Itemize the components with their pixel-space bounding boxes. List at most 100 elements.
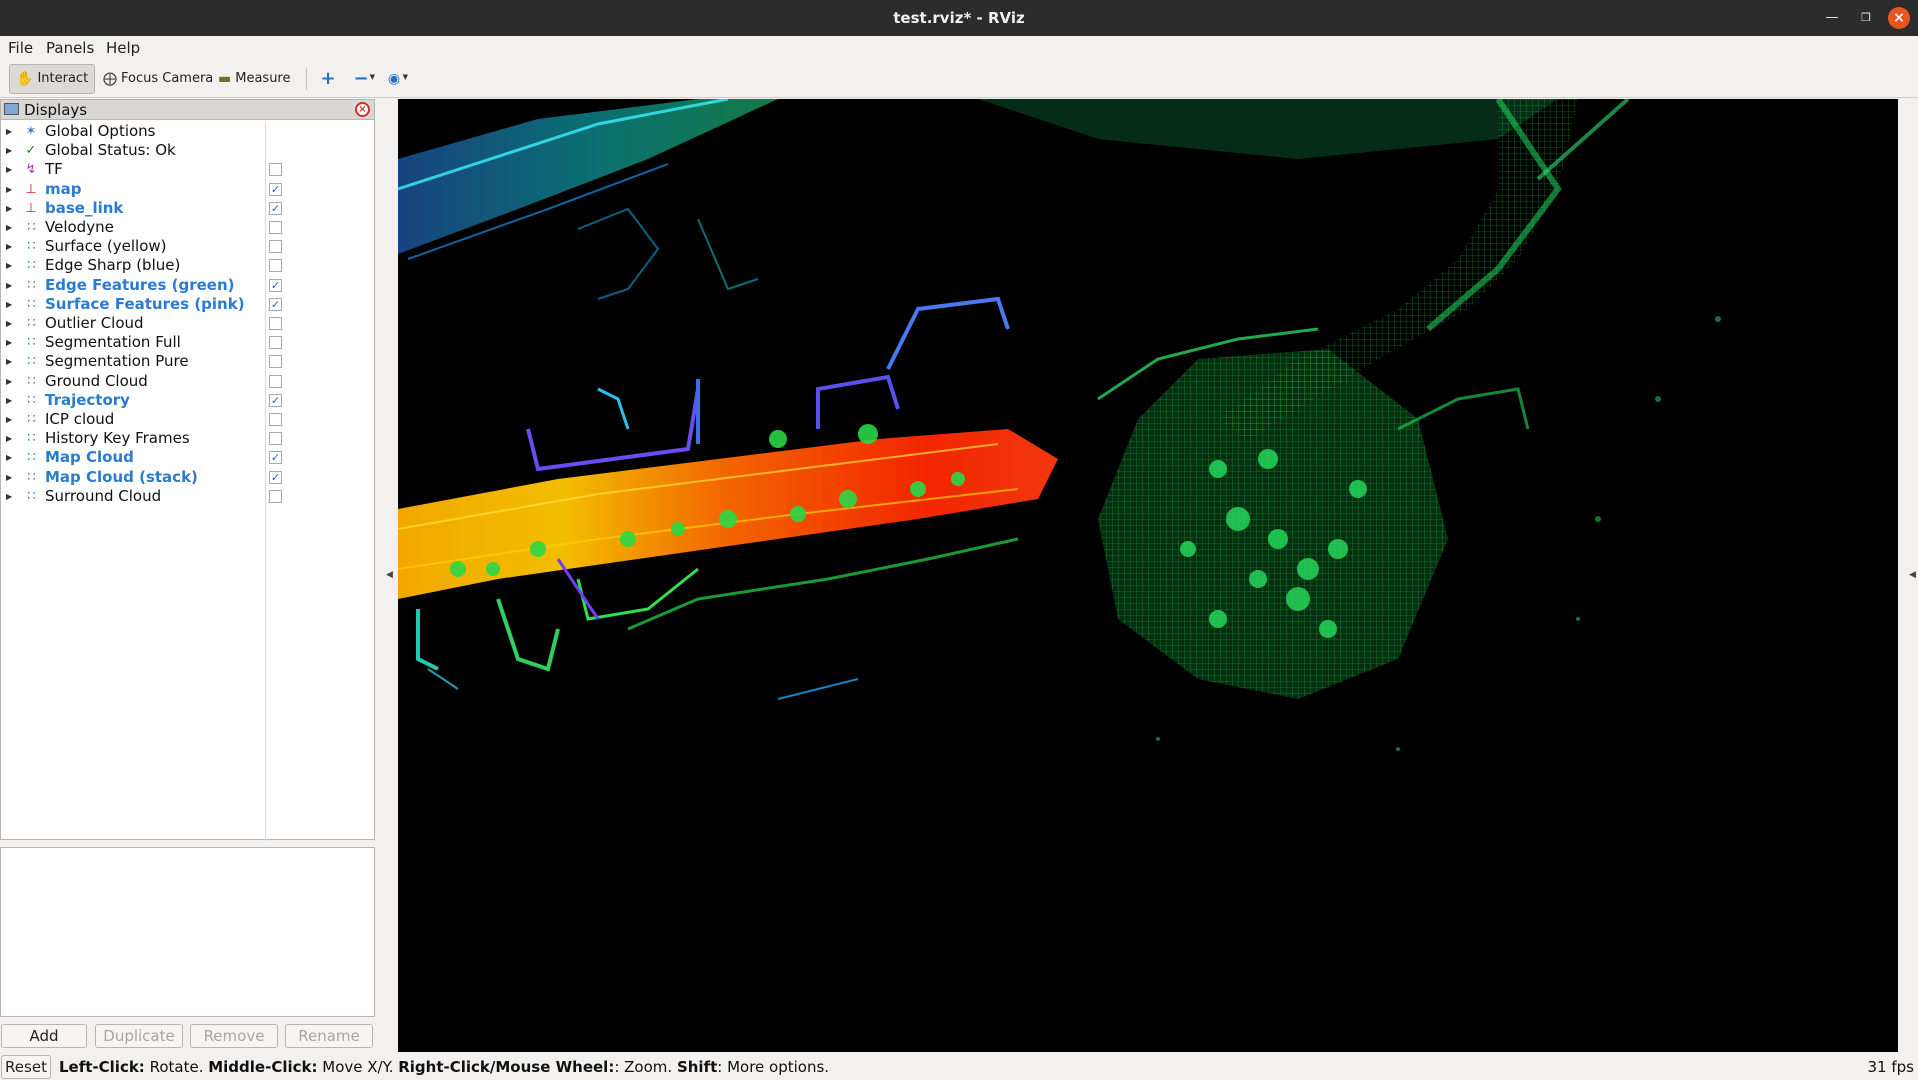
display-item[interactable]: ▶ ∷ Trajectory ✓ — [1, 391, 374, 410]
display-item[interactable]: ▶ ∷ Segmentation Full — [1, 333, 374, 352]
display-item[interactable]: ▶ ∷ Surface (yellow) — [1, 237, 374, 256]
display-enabled-checkbox[interactable]: ✓ — [269, 470, 282, 484]
display-item[interactable]: ▶ ∷ Surface Features (pink) ✓ — [1, 295, 374, 314]
displays-panel-header: Displays × — [1, 100, 374, 120]
display-enabled-checkbox[interactable]: ✓ — [269, 451, 282, 465]
expand-arrow-icon[interactable]: ▶ — [6, 468, 16, 487]
display-enabled-checkbox[interactable]: ✓ — [269, 278, 282, 292]
display-item[interactable]: ▶ ∷ Ground Cloud — [1, 372, 374, 391]
rename-button[interactable]: Rename — [285, 1024, 373, 1048]
expand-arrow-icon[interactable]: ▶ — [6, 352, 16, 371]
expand-arrow-icon[interactable]: ▶ — [6, 180, 16, 199]
hint-shift: Shift — [676, 1058, 718, 1076]
status-bar: Reset Left-Click: Rotate. Middle-Click: … — [0, 1054, 1918, 1080]
display-item-label: History Key Frames — [45, 429, 190, 448]
display-enabled-checkbox[interactable]: ✓ — [269, 201, 282, 215]
displays-panel-title: Displays — [24, 101, 88, 119]
expand-arrow-icon[interactable]: ▶ — [6, 237, 16, 256]
display-enabled-checkbox[interactable]: ✓ — [269, 393, 282, 407]
display-enabled-checkbox[interactable] — [269, 432, 282, 446]
display-item[interactable]: ▶ ∷ Outlier Cloud — [1, 314, 374, 333]
minimize-icon[interactable]: — — [1822, 8, 1842, 28]
expand-arrow-icon[interactable]: ▶ — [6, 372, 16, 391]
display-item[interactable]: ▶ ∷ Edge Sharp (blue) — [1, 256, 374, 275]
eye-tool-icon[interactable]: ◉ ▼ — [382, 66, 408, 92]
display-item[interactable]: ▶ ⊥ map ✓ — [1, 180, 374, 199]
display-enabled-checkbox[interactable] — [269, 240, 282, 254]
pointcloud-icon: ∷ — [27, 258, 35, 274]
expand-arrow-icon[interactable]: ▶ — [6, 448, 16, 467]
display-enabled-checkbox[interactable] — [269, 317, 282, 330]
building-outline — [526, 388, 700, 472]
display-item-label: map — [45, 179, 82, 198]
close-icon[interactable]: × — [1888, 7, 1910, 29]
display-item[interactable]: ▶ ∷ History Key Frames — [1, 429, 374, 448]
display-enabled-checkbox[interactable] — [269, 259, 282, 273]
focus-camera-tool-button[interactable]: ⨁ Focus Camera — [101, 64, 213, 94]
expand-arrow-icon[interactable]: ▶ — [6, 487, 16, 506]
measure-tool-button[interactable]: ▬ Measure — [218, 64, 290, 94]
display-item[interactable]: ▶ ∷ Edge Features (green) ✓ — [1, 276, 374, 295]
hint-middle-click: Middle-Click: — [208, 1058, 318, 1076]
display-enabled-checkbox[interactable] — [269, 163, 282, 177]
display-item[interactable]: ▶ ∷ Segmentation Pure — [1, 352, 374, 371]
display-enabled-checkbox[interactable] — [269, 413, 282, 426]
menu-panels-label: Panels — [46, 39, 95, 57]
expand-arrow-icon[interactable]: ▶ — [6, 295, 16, 314]
display-item[interactable]: ▶ ✶ Global Options — [1, 122, 374, 141]
expand-arrow-icon[interactable]: ▶ — [6, 160, 16, 179]
display-enabled-checkbox[interactable] — [269, 489, 282, 503]
menu-help[interactable]: Help — [106, 38, 140, 58]
remove-button[interactable]: Remove — [190, 1024, 278, 1048]
expand-arrow-icon[interactable]: ▶ — [6, 314, 16, 333]
expand-arrow-icon[interactable]: ▶ — [6, 333, 16, 352]
expand-arrow-icon[interactable]: ▶ — [6, 199, 16, 218]
display-item-label: Map Cloud (stack) — [45, 467, 198, 486]
display-item[interactable]: ▶ ∷ Velodyne — [1, 218, 374, 237]
pointcloud-icon: ∷ — [27, 373, 35, 389]
ruler-icon: ▬ — [218, 71, 232, 87]
menu-panels[interactable]: Panels — [46, 38, 94, 58]
display-enabled-checkbox[interactable]: ✓ — [269, 182, 282, 196]
display-item[interactable]: ▶ ∷ ICP cloud — [1, 410, 374, 429]
display-item[interactable]: ▶ ⊥ base_link ✓ — [1, 199, 374, 218]
interact-tool-button[interactable]: ✋ Interact — [9, 64, 95, 94]
render-view[interactable] — [398, 99, 1898, 1052]
expand-arrow-icon[interactable]: ▶ — [6, 410, 16, 429]
menu-file[interactable]: File — [8, 38, 33, 58]
display-item[interactable]: ▶ ∷ Map Cloud (stack) ✓ — [1, 468, 374, 487]
expand-arrow-icon[interactable]: ▶ — [6, 276, 16, 295]
pointcloud-icon: ∷ — [27, 239, 35, 255]
expand-arrow-icon[interactable]: ▶ — [6, 256, 16, 275]
display-item[interactable]: ▶ ∷ Surround Cloud — [1, 487, 374, 506]
reset-button[interactable]: Reset — [1, 1055, 51, 1079]
maximize-icon[interactable]: ❒ — [1856, 8, 1876, 28]
display-item[interactable]: ▶ ↯ TF — [1, 160, 374, 179]
expand-arrow-icon[interactable]: ▶ — [6, 429, 16, 448]
panel-close-icon[interactable]: × — [355, 102, 370, 117]
add-button[interactable]: Add — [1, 1024, 87, 1048]
collapse-left-icon[interactable]: ◀ — [386, 570, 393, 580]
expand-arrow-icon[interactable]: ▶ — [6, 391, 16, 410]
monitor-icon — [4, 103, 19, 115]
expand-arrow-icon[interactable]: ▶ — [6, 141, 16, 160]
display-item-label: TF — [45, 160, 63, 179]
duplicate-button[interactable]: Duplicate — [95, 1024, 183, 1048]
expand-arrow-icon[interactable]: ▶ — [6, 122, 16, 141]
tf-icon: ↯ — [25, 162, 37, 178]
display-enabled-checkbox[interactable] — [269, 221, 282, 234]
remove-tool-icon[interactable]: − ▼ — [349, 66, 375, 92]
expand-arrow-icon[interactable]: ▶ — [6, 218, 16, 237]
collapse-right-icon[interactable]: ◀ — [1909, 570, 1916, 580]
menu-help-label: Help — [106, 39, 141, 57]
measure-label: Measure — [235, 71, 291, 86]
display-enabled-checkbox[interactable] — [269, 355, 282, 369]
display-enabled-checkbox[interactable]: ✓ — [269, 297, 282, 311]
pointcloud-icon: ∷ — [27, 354, 35, 370]
display-item[interactable]: ▶ ∷ Map Cloud ✓ — [1, 448, 374, 467]
add-tool-icon[interactable]: + — [316, 66, 340, 92]
display-item-label: Edge Sharp (blue) — [45, 256, 181, 275]
display-enabled-checkbox[interactable] — [269, 374, 282, 388]
display-item[interactable]: ▶ ✓ Global Status: Ok — [1, 141, 374, 160]
display-enabled-checkbox[interactable] — [269, 336, 282, 350]
